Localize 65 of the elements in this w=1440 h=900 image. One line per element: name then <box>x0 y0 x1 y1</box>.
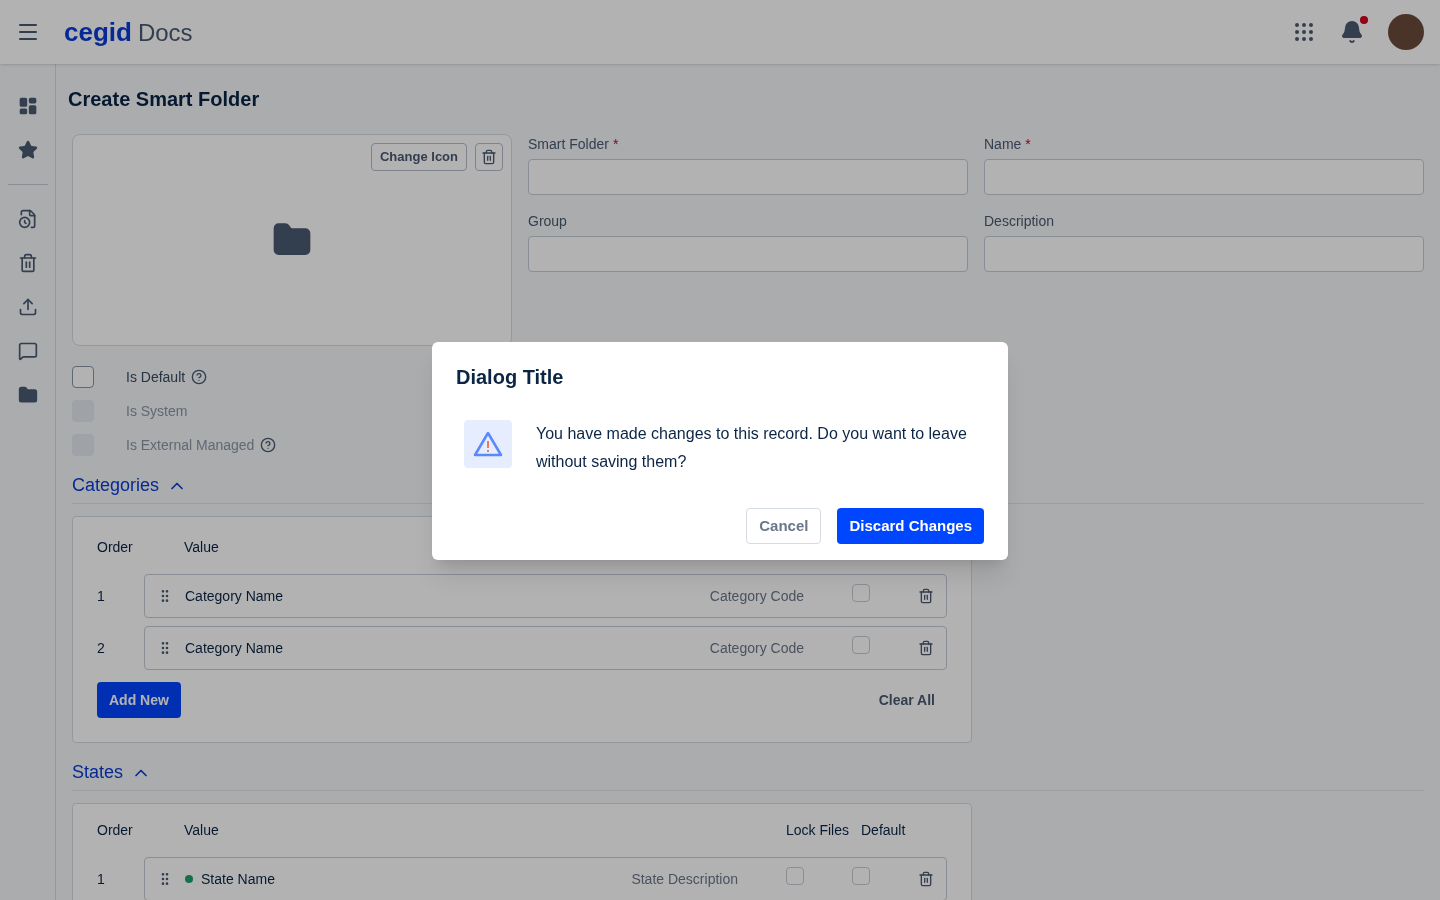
lock-files-checkbox[interactable] <box>786 867 804 885</box>
apps-grid-icon[interactable] <box>1292 20 1316 44</box>
document-clock-icon[interactable] <box>17 209 38 229</box>
category-row[interactable]: Category Name Category Code <box>144 574 947 618</box>
category-name: Category Name <box>185 586 285 606</box>
column-header: Value <box>183 538 219 557</box>
logo-wordmark: cegid <box>64 15 132 49</box>
trash-icon[interactable] <box>918 640 934 656</box>
default-checkbox[interactable] <box>852 867 870 885</box>
field-label: Group <box>528 212 567 231</box>
column-header: Lock Files <box>786 821 851 840</box>
state-description: State Description <box>631 869 738 889</box>
trash-icon[interactable] <box>918 871 934 887</box>
section-title: States <box>72 761 124 784</box>
checkbox-label: Is Default <box>126 367 186 387</box>
column-header: Default <box>861 821 907 840</box>
cancel-button[interactable]: Cancel <box>746 508 822 544</box>
checkbox[interactable] <box>72 366 94 388</box>
trash-icon[interactable] <box>17 253 38 273</box>
dialog-title: Dialog Title <box>456 365 565 390</box>
chat-icon[interactable] <box>17 341 38 361</box>
clear-all-button[interactable]: Clear All <box>866 682 947 718</box>
state-name: State Name <box>201 869 276 889</box>
product-name: Docs <box>137 17 193 48</box>
help-icon[interactable] <box>191 369 208 385</box>
input-field[interactable] <box>528 236 968 272</box>
trash-icon[interactable] <box>918 588 934 604</box>
input-field[interactable] <box>528 159 968 195</box>
default-checkbox[interactable] <box>852 584 870 602</box>
input-field[interactable] <box>984 159 1424 195</box>
state-row[interactable]: State Name State Description <box>144 857 947 900</box>
add-new-button[interactable]: Add New <box>97 682 181 718</box>
input-field[interactable] <box>984 236 1424 272</box>
category-row[interactable]: Category Name Category Code <box>144 626 947 670</box>
warning-icon <box>464 420 512 468</box>
default-checkbox[interactable] <box>852 636 870 654</box>
field-label: Description <box>984 212 1055 231</box>
field-label: Name <box>984 135 1022 154</box>
upload-icon[interactable] <box>17 297 38 317</box>
required-mark: * <box>1025 135 1031 154</box>
order-number: 1 <box>97 586 106 606</box>
dialog-message: You have made changes to this record. Do you want to leave without saving them? <box>536 424 968 472</box>
bell-icon[interactable] <box>1340 20 1364 44</box>
category-name: Category Name <box>185 638 285 658</box>
discard-changes-button[interactable]: Discard Changes <box>837 508 984 544</box>
column-header: Value <box>183 821 220 840</box>
change-icon-button[interactable]: Change Icon <box>371 143 467 171</box>
column-header: Order <box>97 821 134 840</box>
trash-icon <box>481 149 497 165</box>
order-number: 1 <box>97 869 106 889</box>
delete-icon-button[interactable] <box>475 143 503 171</box>
checkbox-label: Is External Managed <box>126 435 255 455</box>
column-header: Order <box>97 538 134 557</box>
category-code: Category Code <box>709 638 804 658</box>
required-mark: * <box>612 135 619 154</box>
field-label: Smart Folder <box>528 135 609 154</box>
checkbox-label: Is System <box>126 401 188 421</box>
order-number: 2 <box>97 638 106 658</box>
star-icon[interactable] <box>17 140 38 160</box>
folder-icon[interactable] <box>17 385 38 405</box>
category-code: Category Code <box>709 586 804 606</box>
page-title: Create Smart Folder <box>68 87 261 112</box>
dashboard-icon[interactable] <box>17 96 38 116</box>
section-title: Categories <box>72 474 160 497</box>
avatar[interactable] <box>1388 14 1424 50</box>
